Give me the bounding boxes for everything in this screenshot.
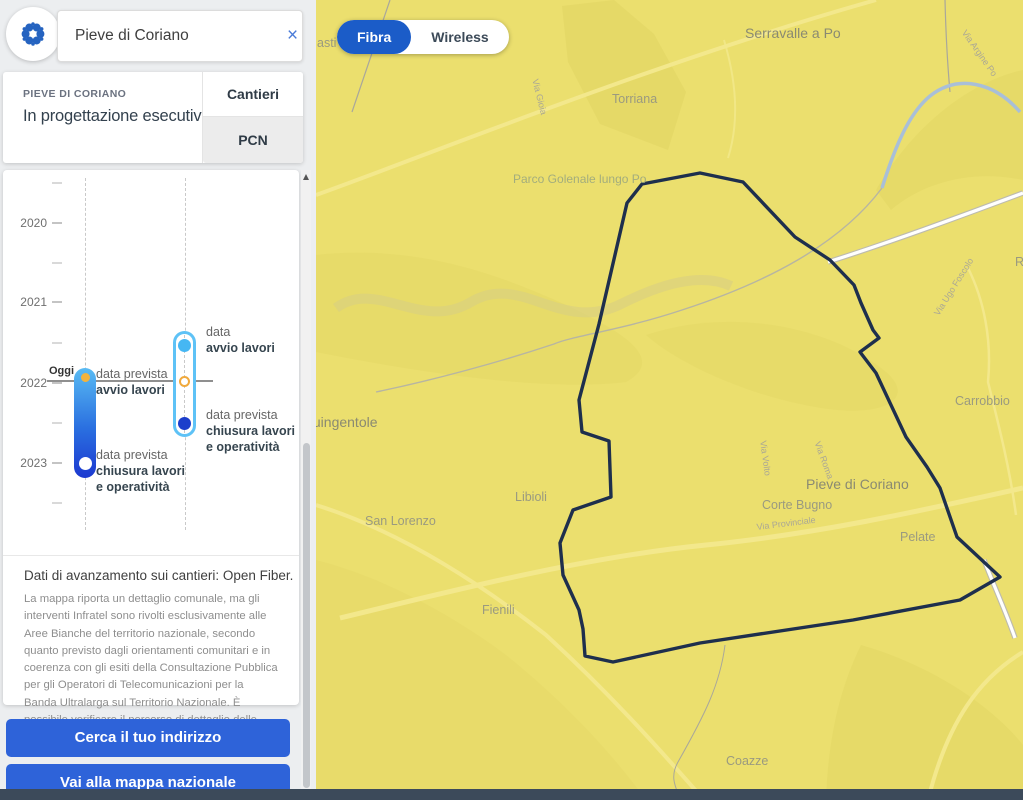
timeline-tick xyxy=(52,382,62,384)
tab-cantieri[interactable]: Cantieri xyxy=(203,72,303,117)
footer-bar xyxy=(0,789,1023,800)
cantieri-detail-card: 2020 2021 2022 2023 Oggi data avvio lavo… xyxy=(3,170,299,743)
milestone-line: data prevista xyxy=(206,408,278,422)
timeline-year: 2020 xyxy=(20,216,47,230)
timeline-tick xyxy=(52,301,62,303)
timeline-tick xyxy=(52,462,62,464)
timeline-year: 2021 xyxy=(20,295,47,309)
data-source-note: Dati di avanzamento sui cantieri: Open F… xyxy=(24,568,294,583)
scrollbar-thumb[interactable] xyxy=(302,443,310,788)
tab-pcn[interactable]: PCN xyxy=(203,117,303,163)
milestone-label: data prevista chiusura lavori e operativ… xyxy=(206,407,295,455)
milestone-line: avvio lavori xyxy=(206,341,275,355)
timeline-year: 2022 xyxy=(20,376,47,390)
milestone-dot-today-marker xyxy=(179,375,190,387)
milestone-label: data prevista chiusura lavori e operativ… xyxy=(96,447,185,495)
milestone-label: data avvio lavori xyxy=(206,324,275,356)
milestone-line: data prevista xyxy=(96,448,168,462)
milestone-line: data prevista xyxy=(96,367,168,381)
milestone-line: data xyxy=(206,325,231,339)
timeline-tick xyxy=(52,342,62,344)
timeline-tick xyxy=(52,182,62,184)
milestone-line: e operatività xyxy=(96,480,170,494)
municipality-status: In progettazione esecutiva xyxy=(23,107,211,125)
timeline-tick xyxy=(52,502,62,504)
milestone-label: data prevista avvio lavori xyxy=(96,366,168,398)
milestone-dot-planned-end-2 xyxy=(178,416,191,430)
search-input[interactable] xyxy=(58,27,283,45)
municipality-name: PIEVE DI CORIANO xyxy=(23,88,127,100)
card-divider xyxy=(3,555,299,556)
toggle-fibra[interactable]: Fibra xyxy=(337,20,412,54)
timeline-tick xyxy=(52,222,62,224)
timeline-tick xyxy=(52,422,62,424)
scrollbar-up-arrow-icon[interactable] xyxy=(303,174,309,180)
search-box: × xyxy=(57,10,303,62)
sidebar-scrollbar[interactable] xyxy=(301,170,311,800)
milestone-dot-actual-start xyxy=(178,338,191,352)
municipality-card: PIEVE DI CORIANO In progettazione esecut… xyxy=(3,72,303,163)
milestone-line: e operatività xyxy=(206,440,280,454)
layer-toggle: Fibra Wireless xyxy=(337,20,509,54)
map-canvas[interactable]: Serravalle a Po Torriana Parco Golenale … xyxy=(316,0,1023,800)
search-address-button[interactable]: Cerca il tuo indirizzo xyxy=(6,719,290,757)
milestone-dot-planned-end xyxy=(78,456,92,470)
timeline-year: 2023 xyxy=(20,456,47,470)
bul-network-logo-icon xyxy=(21,22,45,46)
tab-group: Cantieri PCN xyxy=(202,72,303,163)
map-graphics xyxy=(316,0,1023,800)
toggle-wireless[interactable]: Wireless xyxy=(411,20,508,54)
milestone-line: chiusura lavori xyxy=(96,464,185,478)
milestone-line: avvio lavori xyxy=(96,383,165,397)
timeline-tick xyxy=(52,262,62,264)
milestone-dot-planned-start xyxy=(80,372,90,382)
app-logo[interactable] xyxy=(6,7,60,61)
clear-search-icon[interactable]: × xyxy=(283,25,302,47)
sidebar: × PIEVE DI CORIANO In progettazione esec… xyxy=(0,0,316,800)
today-label: Oggi xyxy=(49,365,75,377)
milestone-line: chiusura lavori xyxy=(206,424,295,438)
